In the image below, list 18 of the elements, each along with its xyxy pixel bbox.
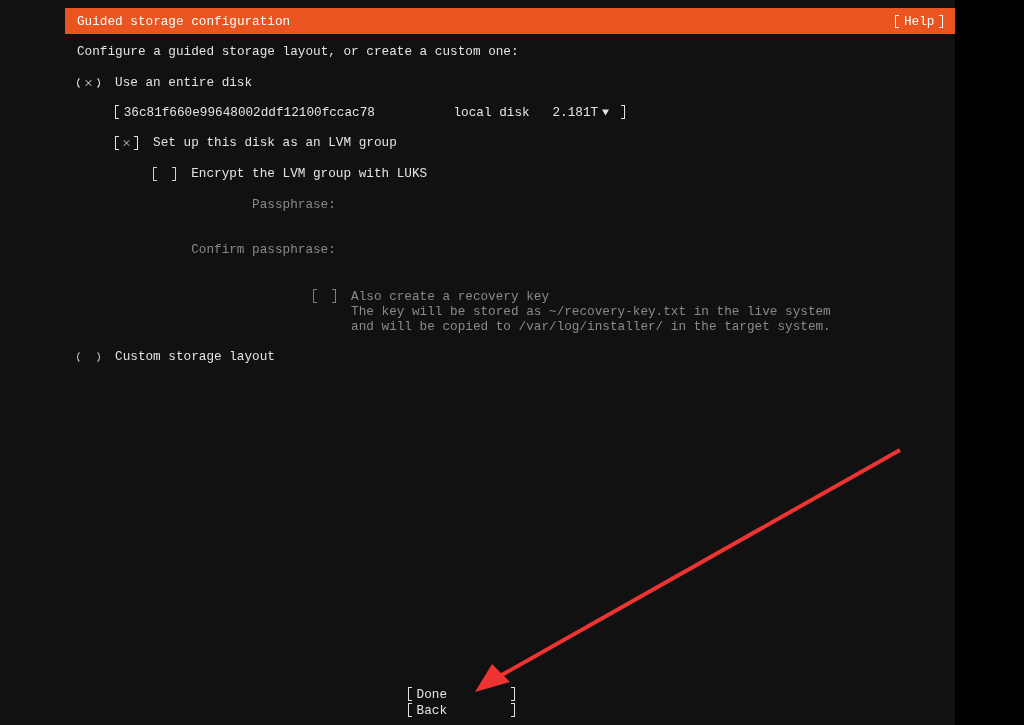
checkbox-label: Also create a recovery key (351, 289, 551, 304)
action-button[interactable]: Back (408, 703, 515, 717)
help-text: The key will be stored as ~/recovery-key.txt in the live system (351, 304, 831, 319)
caret-icon (601, 108, 609, 116)
window-title: Guided storage configuration (77, 13, 291, 29)
checkbox-label: Encrypt the LVM group with LUKS (191, 166, 428, 181)
x-mark-icon (122, 138, 130, 147)
option-label: Use an entire disk (115, 75, 253, 90)
action-button[interactable]: Done (408, 687, 515, 701)
option-label: Custom storage layout (115, 349, 275, 364)
field-label: Confirm passphrase: (191, 242, 336, 257)
field-label: Passphrase: (252, 197, 336, 212)
x-mark-icon (84, 78, 92, 87)
help-text: and will be copied to /var/log/installer/ in the target system. (351, 319, 831, 334)
disk-dropdown[interactable]: 36c81f660e99648002ddf12100fccac78 local disk 2.181T (115, 105, 626, 119)
checkbox-label: Set up this disk as an LVM group (153, 135, 397, 150)
help-button[interactable]: Help (895, 14, 943, 28)
intro-text: Configure a guided storage layout, or create a custom one: (77, 44, 520, 59)
